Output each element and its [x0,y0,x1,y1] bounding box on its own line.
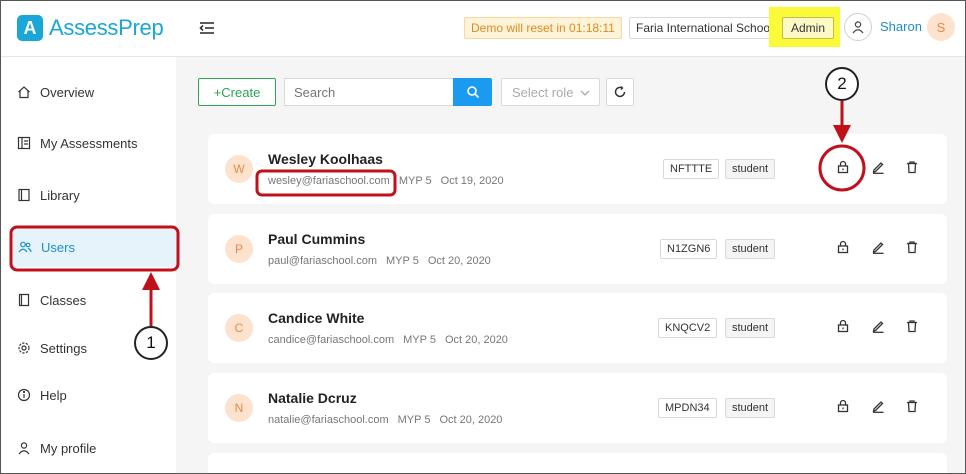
user-meta: natalie@fariaschool.com MYP 5 Oct 20, 2020 [268,414,511,426]
user-date: Oct 20, 2020 [427,255,491,267]
sidebar-item-my-assessments[interactable]: My Assessments [1,123,176,163]
role-badge[interactable]: Admin [782,17,835,39]
user-row[interactable] [208,453,947,473]
user-email: paul@fariaschool.com [268,255,377,267]
lock-icon[interactable] [835,398,851,414]
user-name[interactable]: Wesley Koolhaas [268,151,383,167]
user-row[interactable]: C Candice White candice@fariaschool.com M… [208,293,947,363]
sidebar-item-label: Overview [40,84,95,100]
role-tag: student [725,318,776,338]
profile-icon [17,441,31,455]
user-grade: MYP 5 [403,334,436,346]
user-code: KNQCV2 [658,318,718,338]
trash-icon[interactable] [904,159,920,175]
sidebar-item-help[interactable]: Help [1,375,176,415]
edit-icon[interactable] [870,159,886,175]
sidebar-item-label: My profile [40,440,97,456]
top-header: A AssessPrep Demo will reset in 01:18:11… [1,1,965,57]
library-icon [17,188,31,202]
user-row[interactable]: W Wesley Koolhaas wesley@fariaschool.com… [208,134,947,204]
select-role-dropdown[interactable]: Select role [501,78,600,106]
lock-icon[interactable] [835,318,851,334]
user-date: Oct 19, 2020 [440,175,504,187]
classes-icon [17,293,31,307]
user-email: candice@fariaschool.com [268,334,395,346]
users-icon [18,240,32,254]
trash-icon[interactable] [904,318,920,334]
user-avatar[interactable]: S [927,13,955,41]
user-date: Oct 20, 2020 [439,414,503,426]
user-icon[interactable] [844,13,872,41]
user-name[interactable]: Candice White [268,310,364,326]
user-code: MPDN34 [658,398,717,418]
search-icon [466,86,479,99]
sidebar-item-label: Classes [40,292,87,308]
create-button[interactable]: +Create [198,78,276,106]
trash-icon[interactable] [904,239,920,255]
callout-1: 1 [134,326,168,360]
chevron-down-icon [580,90,590,96]
sidebar: Overview My Assessments Library Users Cl… [1,57,176,473]
demo-reset-badge: Demo will reset in 01:18:11 [464,17,622,39]
logo-text: AssessPrep [49,15,164,40]
user-grade: MYP 5 [386,255,419,267]
role-tag: student [725,398,776,418]
user-avatar: C [225,314,253,342]
user-grade: MYP 5 [398,175,432,187]
user-code: N1ZGN6 [660,239,718,259]
user-meta: wesley@fariaschool.com MYP 5 Oct 19, 2020 [268,175,513,187]
select-role-placeholder: Select role [512,84,574,100]
sidebar-item-label: Settings [40,340,87,356]
app-window: A AssessPrep Demo will reset in 01:18:11… [0,0,966,474]
callout-2: 2 [825,67,859,101]
sidebar-item-overview[interactable]: Overview [1,72,176,112]
user-email: wesley@fariaschool.com [268,175,390,187]
lock-icon[interactable] [835,159,851,175]
sidebar-item-library[interactable]: Library [1,175,176,215]
home-icon [17,85,31,99]
user-meta: candice@fariaschool.com MYP 5 Oct 20, 2020 [268,334,517,346]
help-icon [17,388,31,402]
app-logo[interactable]: A AssessPrep [17,15,164,41]
user-row[interactable]: P Paul Cummins paul@fariaschool.com MYP 5… [208,214,947,284]
sidebar-item-label: Library [40,187,80,203]
search-input[interactable] [284,78,454,106]
user-grade: MYP 5 [397,414,431,426]
user-name[interactable]: Natalie Dcruz [268,390,357,406]
assessments-icon [17,136,31,150]
sidebar-item-label: My Assessments [40,135,138,151]
sidebar-item-label: Users [41,239,75,255]
school-badge[interactable]: Faria International School [629,17,780,39]
user-email: natalie@fariaschool.com [268,414,389,426]
edit-icon[interactable] [870,398,886,414]
user-avatar: N [225,394,253,422]
user-avatar: P [225,235,253,263]
edit-icon[interactable] [870,239,886,255]
user-avatar: W [225,155,253,183]
search-button[interactable] [453,78,492,106]
user-date: Oct 20, 2020 [444,334,508,346]
user-meta: paul@fariaschool.com MYP 5 Oct 20, 2020 [268,255,500,267]
role-tag: student [725,239,776,259]
user-name[interactable]: Sharon [880,19,922,34]
lock-icon[interactable] [835,239,851,255]
edit-icon[interactable] [870,318,886,334]
refresh-icon [614,86,626,98]
user-code: NFTTTE [663,159,720,179]
sidebar-item-classes[interactable]: Classes [1,280,176,320]
user-row[interactable]: N Natalie Dcruz natalie@fariaschool.com M… [208,373,947,443]
sidebar-item-label: Help [40,387,67,403]
logo-badge: A [17,15,43,41]
user-name[interactable]: Paul Cummins [268,231,365,247]
sidebar-item-my-profile[interactable]: My profile [1,428,176,468]
trash-icon[interactable] [904,398,920,414]
settings-icon [17,341,31,355]
refresh-button[interactable] [606,78,634,106]
sidebar-item-users[interactable]: Users [13,227,176,267]
collapse-menu-icon[interactable] [197,18,217,38]
role-tag: student [725,159,776,179]
